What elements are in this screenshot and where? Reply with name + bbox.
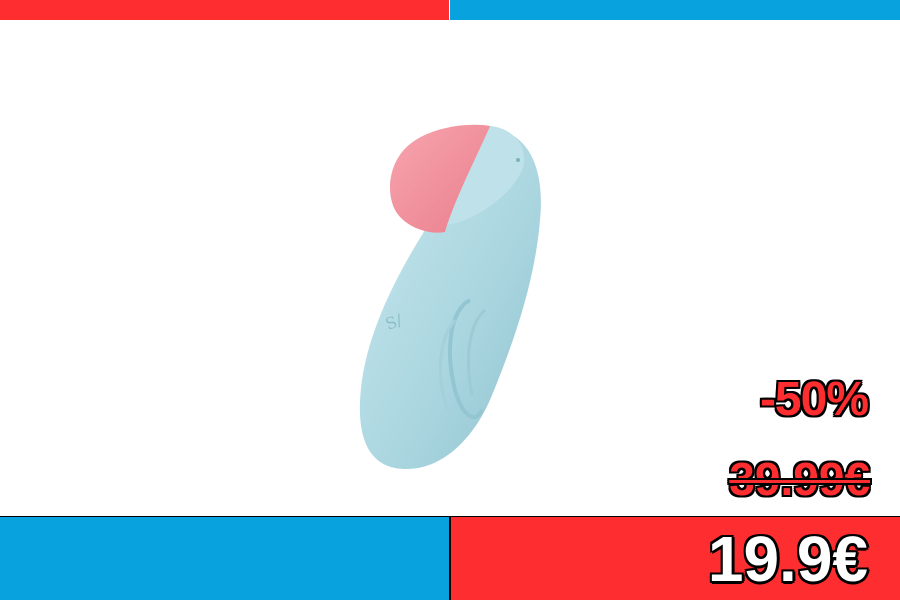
new-price: 19.9€	[707, 523, 868, 595]
bottom-left-color-bar	[0, 516, 450, 600]
bottom-divider	[449, 516, 451, 600]
top-left-color-bar	[0, 0, 449, 20]
product-image: S/	[359, 124, 541, 470]
top-right-color-bar	[450, 0, 900, 20]
old-price: 39.99€	[729, 453, 870, 505]
discount-label: -50%	[759, 373, 869, 426]
